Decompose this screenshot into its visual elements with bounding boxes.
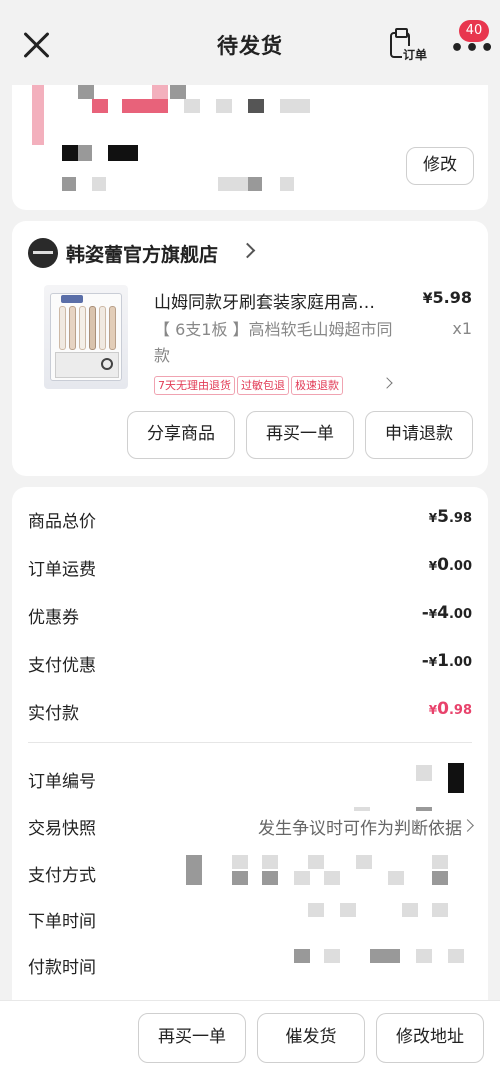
pay-time-mosaic — [416, 949, 432, 963]
service-tag: 7天无理由退货 — [154, 376, 235, 395]
address-mosaic — [92, 177, 106, 191]
payment-method-mosaic — [262, 855, 278, 869]
summary-amount: ¥5.98 — [428, 507, 472, 527]
paid-amount: ¥0.98 — [428, 699, 472, 719]
order-time-mosaic — [432, 903, 448, 917]
payment-method-mosaic — [324, 871, 340, 885]
orders-button[interactable]: 订单 — [386, 28, 428, 64]
summary-amount: ¥0.00 — [428, 555, 472, 575]
address-mosaic — [170, 85, 186, 99]
chevron-right-icon[interactable] — [461, 819, 474, 832]
pay-time-mosaic — [370, 949, 400, 963]
product-packaging-logo — [101, 358, 113, 370]
pay-time-mosaic — [324, 949, 340, 963]
change-address-button[interactable]: 修改地址 — [376, 1013, 484, 1063]
toothbrush-graphic — [69, 306, 76, 350]
snapshot-link[interactable]: 发生争议时可作为判断依据 — [258, 814, 462, 839]
pay-time-mosaic — [448, 949, 464, 963]
order-number-label: 订单编号 — [28, 772, 96, 792]
pay-time-label: 付款时间 — [28, 958, 96, 978]
orders-label: 订单 — [402, 46, 428, 63]
toothbrush-graphic — [59, 306, 66, 350]
request-refund-button[interactable]: 申请退款 — [365, 411, 473, 459]
address-mosaic — [62, 145, 78, 161]
address-mosaic — [248, 99, 264, 113]
notification-badge: 40 — [459, 20, 489, 42]
order-number-mosaic — [416, 765, 432, 781]
divider — [28, 742, 472, 743]
order-time-mosaic — [308, 903, 324, 917]
service-tags[interactable]: 7天无理由退货 过敏包退 极速退款 — [154, 374, 345, 395]
summary-label: 优惠券 — [28, 608, 79, 628]
order-number-mosaic — [354, 807, 370, 811]
address-mosaic — [184, 99, 200, 113]
address-card: 修改 — [12, 85, 488, 210]
share-product-button[interactable]: 分享商品 — [127, 411, 235, 459]
payment-method-mosaic — [356, 855, 372, 869]
summary-label: 订单运费 — [28, 560, 96, 580]
address-mosaic — [280, 177, 294, 191]
address-mosaic — [62, 177, 76, 191]
payment-method-mosaic — [432, 855, 448, 869]
payment-method-mosaic — [262, 871, 278, 885]
address-mosaic — [218, 177, 248, 191]
toothbrush-graphic — [79, 306, 86, 350]
payment-method-mosaic — [232, 855, 248, 869]
product-price: ¥5.98 — [422, 288, 472, 307]
top-bar: 待发货 订单 ••• 40 — [0, 0, 500, 88]
bottom-action-bar: 再买一单 催发货 修改地址 — [0, 1000, 500, 1071]
shop-name[interactable]: 韩姿蕾官方旗舰店 — [66, 240, 218, 267]
summary-label: 商品总价 — [28, 512, 96, 532]
order-info-card: 商品总价 ¥5.98 订单运费 ¥0.00 优惠券 -¥4.00 支付优惠 -¥… — [12, 487, 488, 1071]
product-packaging-tag — [61, 295, 83, 303]
product-title[interactable]: 山姆同款牙刷套装家庭用高… — [154, 288, 408, 313]
rebuy-item-button[interactable]: 再买一单 — [246, 411, 354, 459]
order-number-mosaic — [448, 763, 464, 793]
payment-method-mosaic — [308, 855, 324, 869]
shop-avatar[interactable] — [28, 238, 58, 268]
pay-time-mosaic — [294, 949, 310, 963]
snapshot-label: 交易快照 — [28, 819, 96, 839]
product-quantity: x1 — [452, 319, 472, 338]
payment-method-mosaic — [432, 871, 448, 885]
payment-method-label: 支付方式 — [28, 866, 96, 886]
address-mosaic — [78, 85, 94, 99]
payment-method-mosaic — [186, 855, 202, 885]
toothbrush-graphic — [99, 306, 106, 350]
modify-address-button[interactable]: 修改 — [406, 147, 474, 185]
product-packaging — [50, 293, 122, 381]
address-mosaic — [152, 85, 168, 99]
product-image[interactable] — [44, 285, 128, 389]
chevron-right-icon[interactable] — [239, 242, 256, 259]
order-time-mosaic — [340, 903, 356, 917]
summary-label: 实付款 — [28, 704, 79, 724]
urge-shipping-button[interactable]: 催发货 — [257, 1013, 365, 1063]
toothbrush-graphic — [109, 306, 116, 350]
more-dots-icon: ••• — [450, 36, 496, 61]
summary-amount: -¥1.00 — [421, 651, 472, 671]
order-number-mosaic — [416, 807, 432, 811]
address-mosaic — [108, 145, 138, 161]
service-tag: 过敏包退 — [237, 376, 289, 395]
chevron-right-icon[interactable] — [381, 377, 393, 389]
toothbrush-graphic — [89, 306, 96, 350]
address-mosaic — [248, 177, 262, 191]
rebuy-button[interactable]: 再买一单 — [138, 1013, 246, 1063]
address-mosaic — [32, 85, 44, 145]
address-mosaic — [122, 99, 168, 113]
order-time-label: 下单时间 — [28, 912, 96, 932]
summary-label: 支付优惠 — [28, 656, 96, 676]
address-mosaic — [78, 145, 92, 161]
summary-amount: -¥4.00 — [421, 603, 472, 623]
payment-method-mosaic — [232, 871, 248, 885]
payment-method-mosaic — [294, 871, 310, 885]
address-mosaic — [216, 99, 232, 113]
address-mosaic — [92, 99, 108, 113]
payment-method-mosaic — [388, 871, 404, 885]
service-tag: 极速退款 — [291, 376, 343, 395]
address-mosaic — [280, 99, 310, 113]
shop-card: 韩姿蕾官方旗舰店 山姆同款牙刷套装家庭用高… ¥5.98 【 6支1板 】高档软… — [12, 221, 488, 476]
product-spec: 【 6支1板 】高档软毛山姆超市同款 — [154, 320, 393, 365]
order-time-mosaic — [402, 903, 418, 917]
